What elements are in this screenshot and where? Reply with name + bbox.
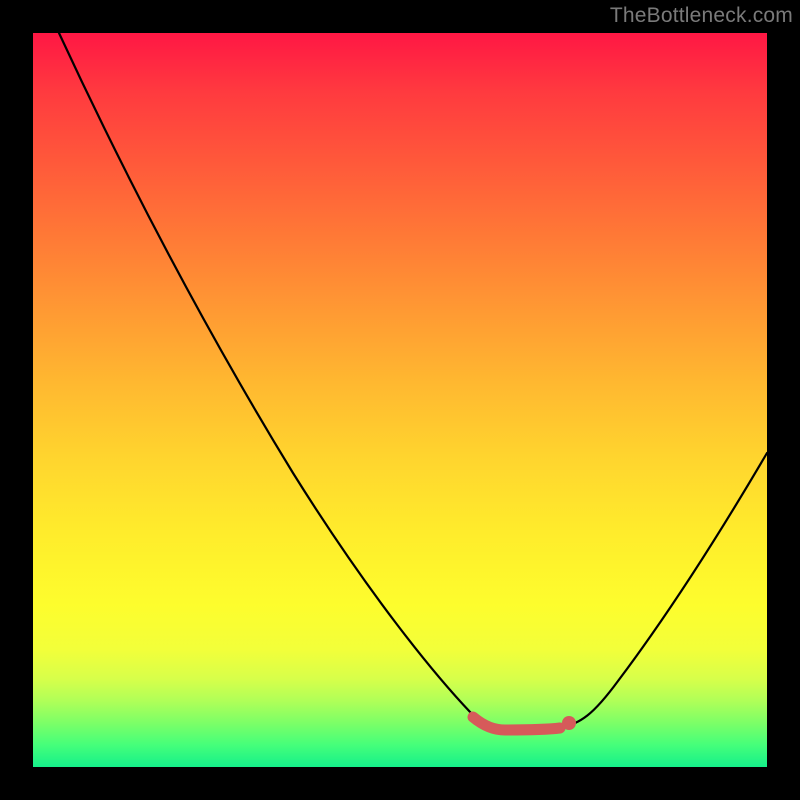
chart-frame: TheBottleneck.com <box>0 0 800 800</box>
optimal-range-marker <box>33 33 767 767</box>
optimal-end-dot <box>562 716 576 730</box>
attribution-label: TheBottleneck.com <box>610 4 793 28</box>
plot-area <box>33 33 767 767</box>
